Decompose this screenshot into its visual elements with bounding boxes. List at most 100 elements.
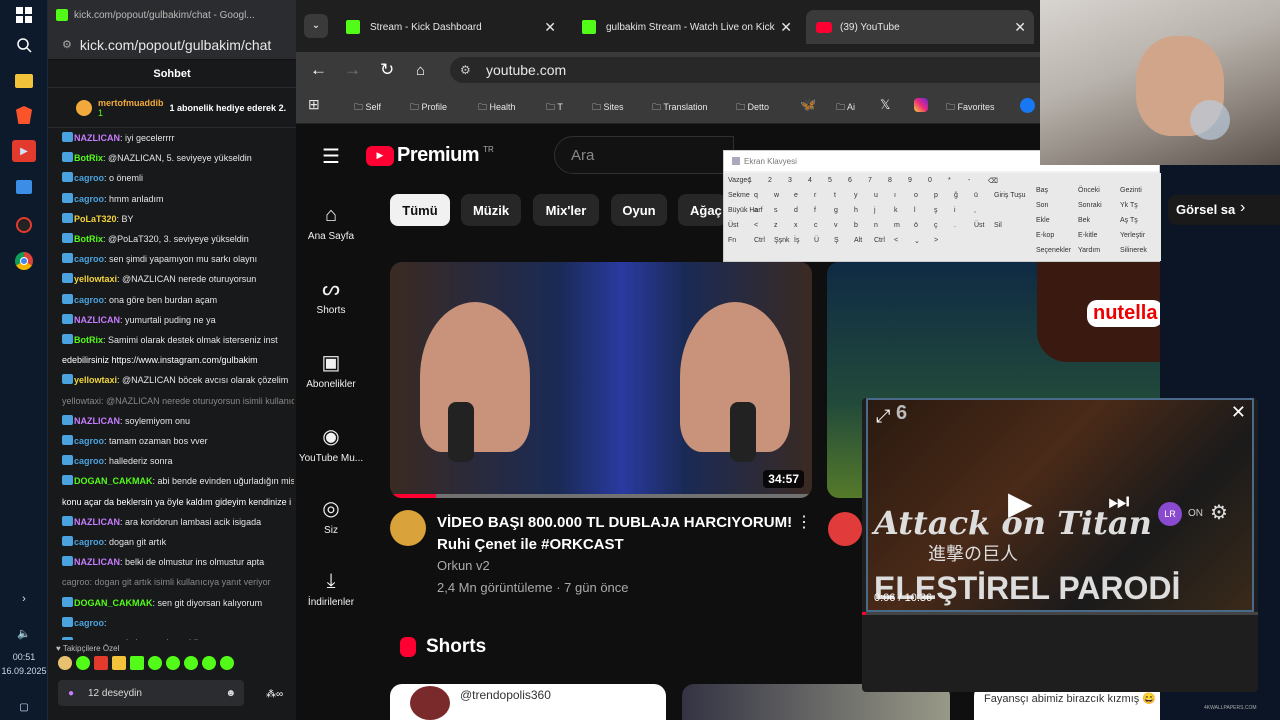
address-bar[interactable]: ⚙ youtube.com [450, 57, 1050, 83]
sidebar-item-home[interactable]: ⌂ Ana Sayfa [296, 204, 366, 242]
sidebar-item-you[interactable]: ◎ Siz [296, 496, 366, 536]
keyboard-nav-key[interactable]: Aş Tş [1120, 217, 1138, 224]
keyboard-key[interactable]: r [814, 192, 816, 199]
chevron-icon[interactable]: › [12, 588, 36, 610]
keyboard-key[interactable]: 2 [768, 177, 772, 184]
keyboard-key[interactable]: 6 [848, 177, 852, 184]
keyboard-key[interactable]: İş [794, 237, 799, 244]
chevron-right-icon[interactable]: › [1240, 199, 1245, 217]
bookmark-health[interactable]: 🗀 Health [478, 100, 516, 116]
chat-message[interactable]: yellowtaxi: @NAZLICAN nerede oturuyorsun… [62, 395, 294, 407]
emote-icon[interactable] [112, 656, 126, 670]
on-screen-keyboard[interactable]: Ekran Klavyesi Vazgeç 1 2 3 4 5 6 7 8 9 0 * - ⌫ Sekme q… [723, 150, 1161, 262]
keyboard-key[interactable]: Ctrl [754, 237, 765, 244]
chat-message[interactable]: cagroo: [62, 616, 294, 629]
keyboard-key[interactable]: 7 [868, 177, 872, 184]
keyboard-key[interactable]: Üst [728, 222, 739, 229]
keyboard-key[interactable]: Ü [814, 237, 819, 244]
mic-icon[interactable]: ● [68, 688, 74, 699]
keyboard-key[interactable]: f [814, 207, 816, 214]
emote-icon[interactable] [148, 656, 162, 670]
sidebar-item-downloads[interactable]: ⤓ İndirilenler [296, 570, 366, 608]
bookmark-detto[interactable]: 🗀 Detto [736, 100, 769, 116]
keyboard-nav-key[interactable]: Yk Tş [1120, 202, 1138, 209]
keyboard-key[interactable]: b [854, 222, 858, 229]
tab-gulbakim-stream[interactable]: gulbakim Stream - Watch Live on Kick ✕ [572, 10, 800, 44]
keyboard-key[interactable]: h [854, 207, 858, 214]
keyboard-key[interactable]: k [894, 207, 898, 214]
chat-message[interactable]: konu açar da beklersin ya öyle kaldım gi… [62, 496, 294, 508]
chat-message[interactable]: NAZLICAN: ara koridorun lambasi acik isi… [62, 515, 294, 528]
kick-url-bar[interactable]: ⚙ kick.com/popout/gulbakim/chat [48, 30, 296, 60]
emote-icon[interactable] [220, 656, 234, 670]
keyboard-key[interactable]: n [874, 222, 878, 229]
keyboard-key[interactable]: - [968, 177, 970, 184]
brave-icon[interactable] [12, 104, 36, 126]
app-icon[interactable]: ▶ [12, 140, 36, 162]
instagram-icon[interactable] [914, 98, 928, 112]
chat-message[interactable]: PoLaT320: BY [62, 212, 294, 225]
keyboard-key[interactable]: < [894, 237, 898, 244]
more-options-icon[interactable]: ⋮ [796, 512, 812, 532]
keyboard-key[interactable]: o [914, 192, 918, 199]
chip-tree[interactable]: Ağaç [678, 194, 726, 226]
chat-username[interactable]: BotRix [74, 153, 103, 163]
keyboard-key[interactable]: t [834, 192, 836, 199]
chat-message[interactable]: cagroo: tamam ozaman bos vver [62, 435, 294, 447]
volume-icon[interactable]: 🔈 [12, 622, 36, 644]
chrome-icon[interactable] [12, 250, 36, 272]
chat-message[interactable]: BotRix: @PoLaT320, 3. seviyeye yükseldin [62, 233, 294, 245]
keyboard-key[interactable]: Fn [728, 237, 736, 244]
chat-message[interactable]: yellowtaxi: @NAZLICAN nerede oturuyorsun [62, 273, 294, 285]
keyboard-nav-key[interactable]: Yerleştir [1120, 232, 1145, 239]
keyboard-key[interactable]: ç [934, 222, 938, 229]
keyboard-key[interactable]: x [794, 222, 798, 229]
chat-username[interactable]: yellowtaxi [74, 375, 117, 385]
menu-icon[interactable]: ☰ [322, 144, 340, 169]
clock-time[interactable]: 00:51 [0, 652, 48, 662]
chat-username[interactable]: yellowtaxi [74, 274, 117, 284]
keyboard-nav-key[interactable]: E-kitle [1078, 232, 1097, 239]
chat-message[interactable]: DOGAN_CAKMAK: abi bende evinden uğurladı… [62, 475, 294, 487]
video-thumbnail[interactable]: 34:57 [390, 262, 812, 498]
keyboard-key[interactable]: ş [934, 207, 938, 214]
chat-message[interactable]: yellowtaxi: @NAZLICAN böcek avcısı olara… [62, 374, 294, 386]
emote-icon[interactable] [94, 656, 108, 670]
chip-gaming[interactable]: Oyun [611, 194, 667, 226]
chat-message[interactable]: cagroo: o önemli [62, 172, 294, 184]
bookmark-ai[interactable]: 🗀 Ai [836, 100, 855, 116]
keyboard-key[interactable]: i [954, 207, 956, 214]
keyboard-key[interactable]: ğ [954, 192, 958, 199]
close-mini-player-icon[interactable]: ✕ [1231, 402, 1246, 423]
chat-username[interactable]: cagroo [74, 456, 104, 466]
emote-icon[interactable] [166, 656, 180, 670]
chat-username[interactable]: cagroo [74, 537, 104, 547]
channel-avatar-2[interactable] [828, 512, 862, 546]
chat-message[interactable]: BotRix: Samimi olarak destek olmak ister… [62, 334, 294, 346]
keyboard-key[interactable]: > [934, 237, 938, 244]
keyboard-nav-key[interactable]: Son [1036, 202, 1048, 209]
close-tab-icon[interactable]: ✕ [1014, 19, 1026, 36]
pinned-user[interactable]: mertofmuaddib [98, 98, 164, 108]
chat-message[interactable]: edebilirsiniz https://www.instagram.com/… [62, 354, 294, 366]
chip-mixes[interactable]: Mix'ler [533, 194, 599, 226]
keyboard-key[interactable]: c [814, 222, 818, 229]
keyboard-key[interactable]: w [774, 192, 779, 199]
chat-message[interactable]: NAZLICAN: yumurtali puding ne ya [62, 313, 294, 326]
keyboard-nav-key[interactable]: E-kop [1036, 232, 1054, 239]
chat-username[interactable]: DOGAN_CAKMAK [74, 476, 153, 486]
keyboard-key[interactable]: j [874, 207, 876, 214]
chat-username[interactable]: NAZLICAN [74, 517, 120, 527]
sidebar-item-shorts[interactable]: ᔕ Shorts [296, 276, 366, 316]
keyboard-key[interactable]: q [754, 192, 758, 199]
kick-url-text[interactable]: kick.com/popout/gulbakim/chat [80, 37, 271, 53]
keyboard-key[interactable]: 0 [928, 177, 932, 184]
emote-icon[interactable] [130, 656, 144, 670]
emote-icon[interactable] [202, 656, 216, 670]
keyboard-nav-key[interactable]: Seçenekler [1036, 247, 1071, 254]
keyboard-nav-key[interactable]: Yardım [1078, 247, 1100, 254]
apps-icon[interactable]: ⊞ [308, 96, 320, 113]
chat-username[interactable]: DOGAN_CAKMAK [74, 598, 153, 608]
home-icon[interactable]: ⌂ [416, 62, 425, 79]
keyboard-nav-key[interactable]: Bek [1078, 217, 1090, 224]
